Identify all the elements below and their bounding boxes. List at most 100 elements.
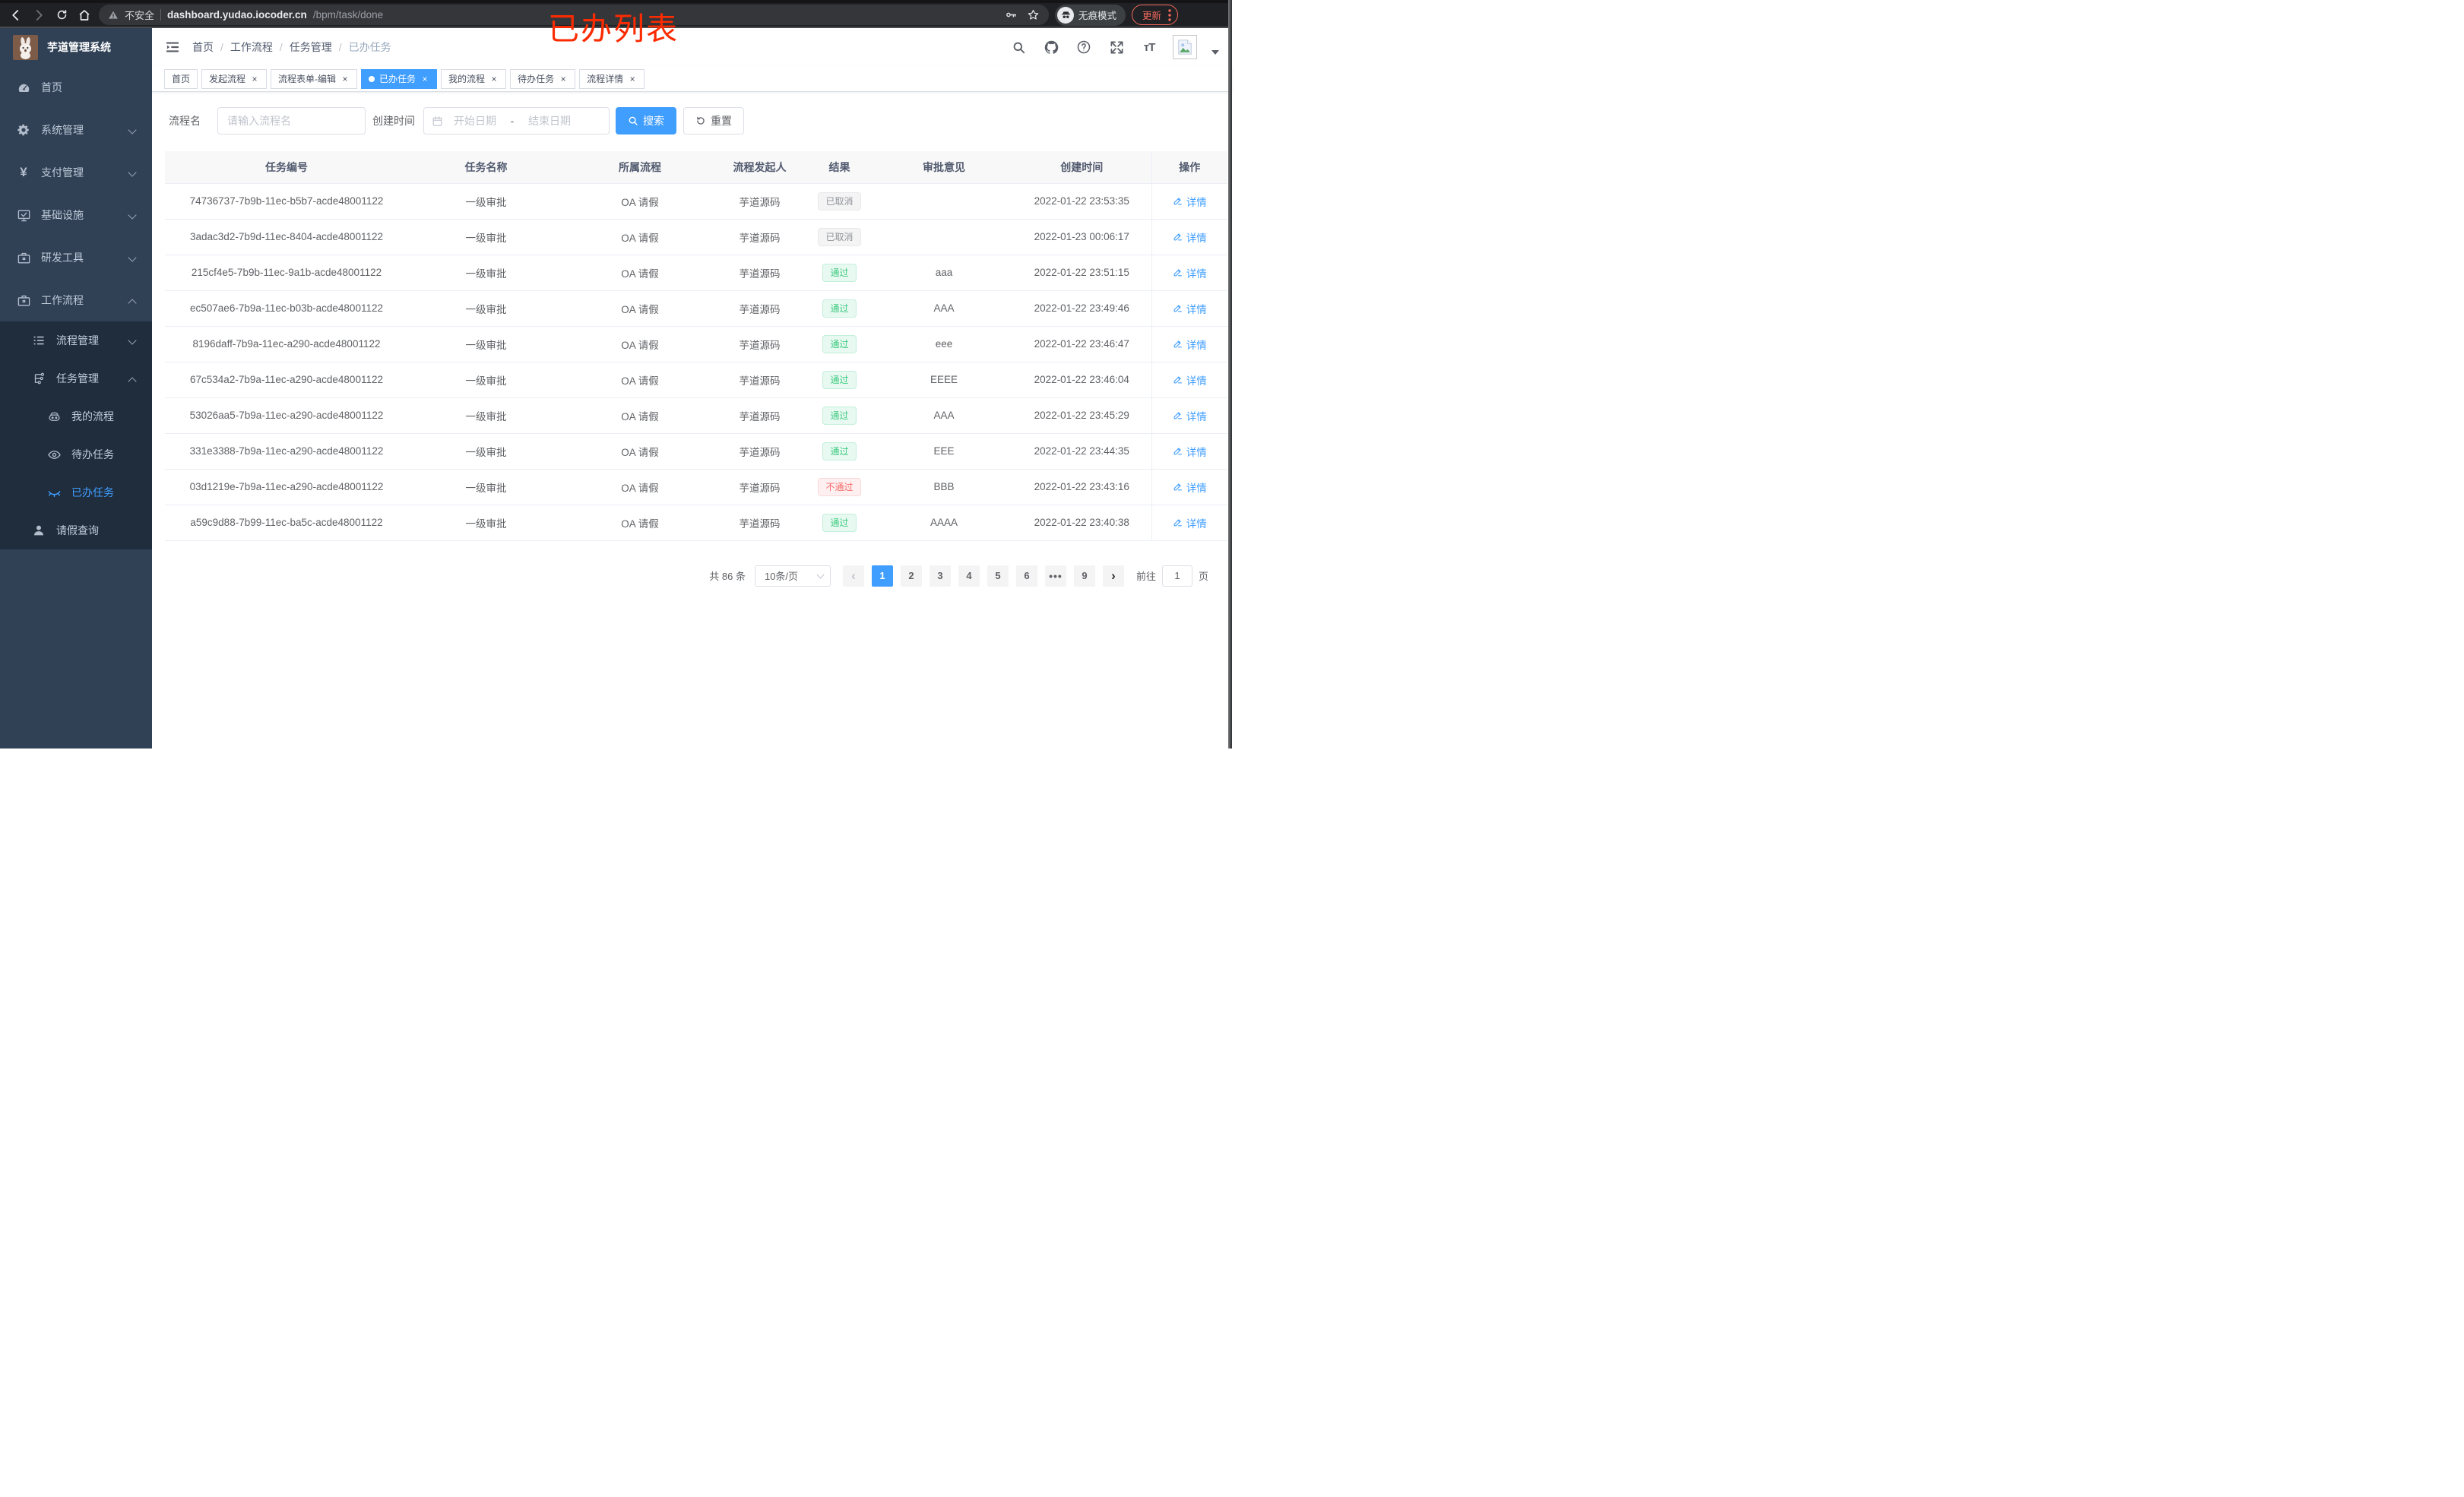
browser-menu-icon[interactable]: [1168, 8, 1171, 21]
star-icon[interactable]: [1027, 8, 1040, 21]
fontsize-icon[interactable]: тT: [1140, 38, 1158, 56]
search-icon[interactable]: [1009, 38, 1028, 56]
process-name-label: 流程名: [169, 115, 201, 127]
page-button[interactable]: •••: [1044, 565, 1066, 587]
sidebar-item-label: 系统管理: [41, 124, 84, 136]
sidebar-item[interactable]: 任务管理: [0, 359, 152, 397]
sidebar-logo-row[interactable]: 芋道管理系统: [0, 28, 152, 66]
search-button[interactable]: 搜索: [616, 107, 676, 135]
tab[interactable]: 发起流程 ×: [201, 68, 268, 89]
task-id-cell: 8196daff-7b9a-11ec-a290-acde48001122: [165, 326, 408, 362]
breadcrumb-item[interactable]: 工作流程: [230, 40, 273, 55]
comment-cell: [876, 183, 1012, 220]
tab[interactable]: 待办任务 ×: [510, 68, 576, 89]
breadcrumb: 首页 / 工作流程 / 任务管理 / 已办任务: [192, 40, 391, 55]
sidebar-item[interactable]: 我的流程: [0, 397, 152, 435]
sidebar-item[interactable]: 流程管理: [0, 321, 152, 359]
detail-button[interactable]: 详情: [1173, 479, 1207, 495]
page-button[interactable]: ‹: [842, 565, 864, 587]
tab[interactable]: 首页 ×: [164, 68, 198, 89]
table-row: a59c9d88-7b99-11ec-ba5c-acde48001122 一级审…: [165, 505, 1227, 541]
page-button[interactable]: 2: [900, 565, 922, 587]
page-button[interactable]: 3: [929, 565, 951, 587]
tab-close-icon[interactable]: ×: [250, 74, 259, 84]
sidebar-item[interactable]: 基础设施: [0, 194, 152, 236]
avatar[interactable]: [1173, 35, 1197, 59]
date-range-picker[interactable]: 开始日期 - 结束日期: [423, 107, 610, 135]
page-button[interactable]: ›: [1102, 565, 1124, 587]
tab-close-icon[interactable]: ×: [628, 74, 637, 84]
detail-button[interactable]: 详情: [1173, 301, 1207, 316]
table-row: 53026aa5-7b9a-11ec-a290-acde48001122 一级审…: [165, 397, 1227, 434]
url-bar[interactable]: 不安全 dashboard.yudao.iocoder.cn/bpm/task/…: [99, 5, 1049, 25]
result-badge: 通过: [822, 263, 857, 282]
key-icon[interactable]: [1005, 8, 1018, 21]
tab[interactable]: 我的流程 ×: [441, 68, 507, 89]
tab[interactable]: 已办任务 ×: [361, 68, 438, 89]
column-header: 任务编号: [165, 151, 408, 184]
tab-close-icon[interactable]: ×: [489, 74, 499, 84]
page-size-select[interactable]: 10条/页: [754, 565, 831, 587]
sidebar-item[interactable]: 已办任务: [0, 473, 152, 511]
tab-close-icon[interactable]: ×: [420, 74, 429, 84]
detail-button[interactable]: 详情: [1173, 408, 1207, 423]
end-date-placeholder[interactable]: 结束日期: [522, 113, 577, 128]
page-button[interactable]: 1: [871, 565, 893, 587]
page-button[interactable]: 5: [987, 565, 1009, 587]
breadcrumb-item[interactable]: 任务管理: [290, 40, 332, 55]
process-name-input[interactable]: [217, 107, 366, 135]
breadcrumb-item[interactable]: 首页: [192, 40, 214, 55]
sidebar-item[interactable]: 研发工具: [0, 236, 152, 279]
sidebar-item[interactable]: 首页: [0, 66, 152, 109]
update-button[interactable]: 更新: [1132, 5, 1179, 25]
comment-cell: [876, 219, 1012, 255]
detail-button[interactable]: 详情: [1173, 372, 1207, 388]
sidebar-item[interactable]: 请假查询: [0, 511, 152, 549]
fullscreen-icon[interactable]: [1107, 38, 1126, 56]
tab[interactable]: 流程表单-编辑 ×: [271, 68, 358, 89]
detail-button[interactable]: 详情: [1173, 194, 1207, 209]
tab[interactable]: 流程详情 ×: [579, 68, 645, 89]
actions-cell: 详情: [1151, 255, 1227, 291]
reload-icon[interactable]: [53, 7, 70, 24]
tab-close-icon[interactable]: ×: [340, 74, 350, 84]
table-row: 331e3388-7b9a-11ec-a290-acde48001122 一级审…: [165, 433, 1227, 470]
refresh-icon: [697, 116, 705, 125]
process-cell: OA 请假: [564, 362, 716, 398]
hamburger-icon[interactable]: [165, 40, 180, 55]
sidebar-item[interactable]: 系统管理: [0, 109, 152, 151]
page-button[interactable]: 6: [1015, 565, 1037, 587]
result-cell: 不通过: [803, 469, 876, 505]
detail-button[interactable]: 详情: [1173, 337, 1207, 352]
home-icon[interactable]: [76, 7, 93, 24]
sidebar-item[interactable]: 工作流程: [0, 279, 152, 321]
sidebar-item[interactable]: ¥ 支付管理: [0, 151, 152, 194]
start-date-placeholder[interactable]: 开始日期: [448, 113, 502, 128]
briefcase-icon: [15, 249, 32, 266]
detail-button[interactable]: 详情: [1173, 265, 1207, 280]
actions-cell: 详情: [1151, 183, 1227, 220]
comment-cell: AAA: [876, 290, 1012, 327]
detail-button[interactable]: 详情: [1173, 444, 1207, 459]
help-icon[interactable]: [1075, 38, 1093, 56]
github-icon[interactable]: [1042, 38, 1060, 56]
sidebar-item-label: 流程管理: [56, 334, 99, 347]
forward-icon[interactable]: [30, 7, 47, 24]
reset-button[interactable]: 重置: [683, 107, 744, 135]
table-row: 8196daff-7b9a-11ec-a290-acde48001122 一级审…: [165, 326, 1227, 362]
caret-down-icon[interactable]: [1211, 50, 1219, 55]
goto-page-input[interactable]: [1161, 565, 1192, 587]
sidebar-item[interactable]: 待办任务: [0, 435, 152, 473]
tab-close-icon[interactable]: ×: [559, 74, 568, 84]
back-icon[interactable]: [8, 7, 24, 24]
actions-cell: 详情: [1151, 469, 1227, 505]
create-time-cell: 2022-01-22 23:51:15: [1012, 255, 1151, 291]
detail-button[interactable]: 详情: [1173, 515, 1207, 530]
sidebar-item-label: 已办任务: [71, 486, 114, 498]
page-button[interactable]: 4: [958, 565, 980, 587]
done-task-table: 任务编号 任务名称 所属流程 流程发起人 结果 审批意见 创建时间 操作 74736737-7…: [165, 151, 1227, 541]
detail-button[interactable]: 详情: [1173, 229, 1207, 245]
eye-icon: [46, 446, 62, 463]
task-name-cell: 一级审批: [408, 433, 564, 470]
page-button[interactable]: 9: [1073, 565, 1095, 587]
